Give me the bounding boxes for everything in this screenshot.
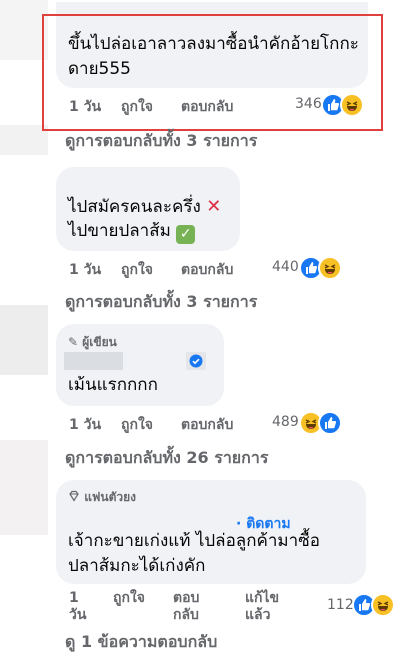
view-replies-link[interactable]: ดูการตอบกลับทั้ง 26 รายการ: [65, 446, 268, 471]
diamond-icon: [69, 490, 79, 502]
author-badge: ✎ ผู้เขียน: [68, 333, 117, 352]
top-fan-badge: แฟนตัวยง: [68, 488, 136, 507]
cross-mark-icon: ✕: [206, 196, 222, 217]
left-edge-strip: [0, 440, 48, 535]
comment-text: ไปสมัครคนละครึ่ง: [68, 197, 201, 217]
comment-text: เม้นแรกกกก: [68, 375, 158, 395]
highlight-box: [42, 14, 383, 131]
comment-time[interactable]: 1 วัน: [69, 590, 86, 624]
view-replies-link[interactable]: ดูการตอบกลับทั้ง 3 รายการ: [65, 129, 257, 154]
comment-bubble: แฟนตัวยง · ติดตาม เจ้ากะขายเก่งแท้ ไปล่อ…: [56, 480, 366, 584]
comment-actions: 1 วัน ถูกใจ ตอบกลับ: [69, 259, 269, 279]
left-edge-strip: [0, 305, 48, 375]
reply-button[interactable]: ตอบ กลับ: [173, 590, 199, 624]
comment-time-line: 1: [69, 590, 79, 606]
reaction-count[interactable]: 440: [272, 259, 299, 275]
reaction-count[interactable]: 112: [327, 597, 354, 613]
haha-icon[interactable]: [318, 256, 342, 280]
comment-actions: 1 วัน ถูกใจ ตอบกลับ: [69, 414, 269, 434]
reply-button[interactable]: ตอบกลับ: [181, 259, 233, 281]
like-button[interactable]: ถูกใจ: [113, 590, 145, 607]
haha-icon[interactable]: [371, 593, 395, 617]
comment-time[interactable]: 1 วัน: [69, 414, 101, 436]
edited-label-line: แล้ว: [245, 607, 271, 623]
reply-button-line: กลับ: [173, 607, 199, 623]
pencil-icon: ✎: [68, 335, 79, 349]
author-name-redacted[interactable]: [64, 352, 123, 370]
like-icon[interactable]: [318, 411, 342, 435]
left-edge-strip: [0, 125, 48, 155]
like-button[interactable]: ถูกใจ: [121, 259, 153, 281]
comment-time-line: วัน: [69, 607, 87, 623]
top-fan-label: แฟนตัวยง: [84, 490, 137, 504]
comment-actions: 1 วัน ถูกใจ ตอบ กลับ แก้ไข แล้ว: [69, 590, 309, 630]
reaction-count[interactable]: 489: [272, 414, 299, 430]
comment-text-line: ไปสมัครคนละครึ่ง ✕: [68, 194, 221, 220]
view-replies-link[interactable]: ดู 1 ข้อความตอบกลับ: [65, 630, 217, 655]
comment-bubble: ไปสมัครคนละครึ่ง ✕ ไปขายปลาส้ม ✓: [56, 167, 240, 251]
edited-label: แก้ไข แล้ว: [245, 590, 279, 624]
reply-button-line: ตอบ: [173, 590, 200, 606]
verified-badge-icon: [186, 352, 206, 370]
comment-text: เจ้ากะขายเก่งแท้ ไปล่อลูกค้ามาซื้อ ปลาส้…: [68, 531, 320, 576]
reply-button[interactable]: ตอบกลับ: [181, 414, 233, 436]
check-mark-icon: ✓: [176, 225, 196, 244]
view-replies-link[interactable]: ดูการตอบกลับทั้ง 3 รายการ: [65, 290, 257, 315]
edited-label-line: แก้ไข: [245, 590, 280, 606]
author-badge-label: ผู้เขียน: [82, 335, 117, 349]
left-edge-strip: [0, 0, 48, 60]
comment-time[interactable]: 1 วัน: [69, 259, 101, 281]
comment-text: ไปขายปลาส้ม: [68, 221, 171, 241]
comment-bubble: ✎ ผู้เขียน เม้นแรกกกก: [56, 324, 224, 406]
comment-text-line: ไปขายปลาส้ม ✓: [68, 219, 196, 244]
like-button[interactable]: ถูกใจ: [121, 414, 153, 436]
